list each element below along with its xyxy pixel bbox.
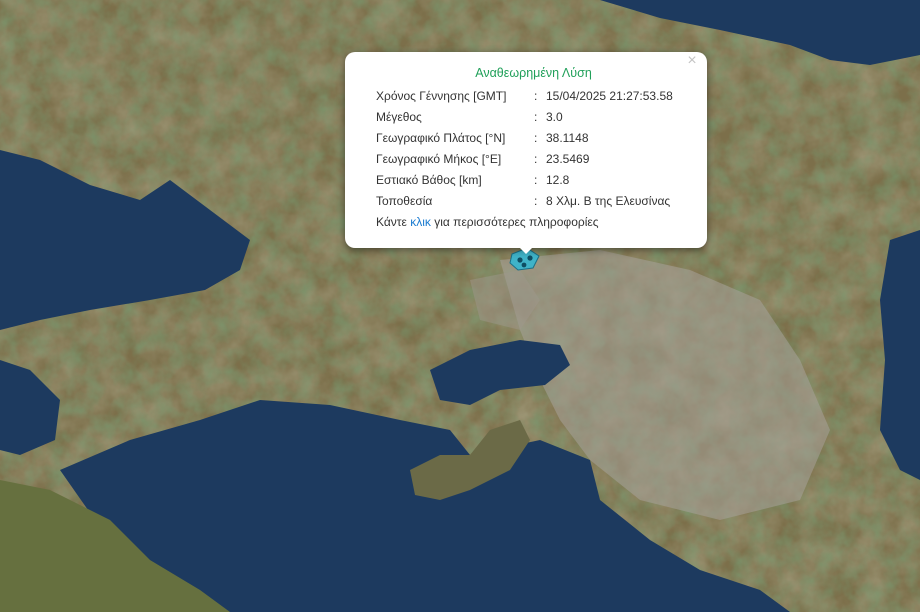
- close-icon[interactable]: ×: [685, 53, 699, 69]
- more-info-line: Κάντε κλικ για περισσότερες πληροφορίες: [376, 212, 691, 233]
- more-info-prefix: Κάντε: [376, 215, 411, 229]
- info-label: Μέγεθος: [376, 110, 422, 124]
- info-separator: :: [534, 173, 538, 187]
- info-label: Τοποθεσία: [376, 194, 433, 208]
- info-separator: :: [534, 152, 538, 166]
- info-value: 38.1148: [546, 131, 589, 145]
- info-label: Χρόνος Γέννησης [GMT]: [376, 89, 507, 103]
- info-value: 23.5469: [546, 152, 590, 166]
- info-separator: :: [534, 89, 538, 103]
- info-row-location: Τοποθεσία : 8 Χλμ. Β της Ελευσίνας: [376, 191, 691, 212]
- more-info-suffix: για περισσότερες πληροφορίες: [430, 215, 599, 229]
- info-value: 15/04/2025 21:27:53.58: [546, 89, 673, 103]
- info-value: 12.8: [546, 173, 570, 187]
- info-value: 8 Χλμ. Β της Ελευσίνας: [546, 194, 671, 208]
- info-value: 3.0: [546, 110, 563, 124]
- earthquake-info-popup: × Αναθεωρημένη Λύση Χρόνος Γέννησης [GMT…: [345, 52, 707, 248]
- info-separator: :: [534, 131, 538, 145]
- info-separator: :: [534, 110, 538, 124]
- info-row-magnitude: Μέγεθος : 3.0: [376, 107, 691, 128]
- info-row-latitude: Γεωγραφικό Πλάτος [°N] : 38.1148: [376, 128, 691, 149]
- info-row-longitude: Γεωγραφικό Μήκος [°E] : 23.5469: [376, 149, 691, 170]
- popup-pointer: [518, 246, 534, 254]
- info-row-depth: Εστιακό Βάθος [km] : 12.8: [376, 170, 691, 191]
- more-info-link[interactable]: κλικ: [410, 215, 431, 229]
- info-row-origin-time: Χρόνος Γέννησης [GMT] : 15/04/2025 21:27…: [376, 86, 691, 107]
- popup-title: Αναθεωρημένη Λύση: [475, 66, 592, 80]
- info-label: Εστιακό Βάθος [km]: [376, 173, 482, 187]
- info-label: Γεωγραφικό Μήκος [°E]: [376, 152, 502, 166]
- info-label: Γεωγραφικό Πλάτος [°N]: [376, 131, 506, 145]
- info-separator: :: [534, 194, 538, 208]
